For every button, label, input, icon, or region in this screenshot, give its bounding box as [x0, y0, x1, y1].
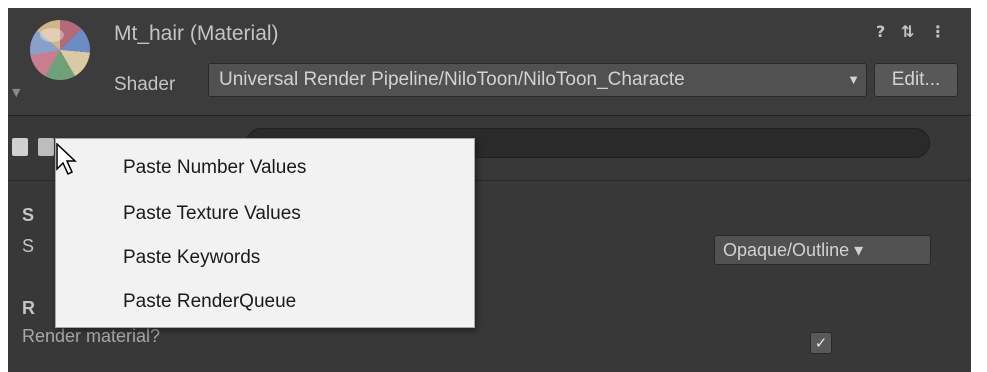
shader-label: Shader: [114, 74, 176, 95]
mouse-cursor-icon: [56, 143, 77, 176]
menu-item-paste-renderqueue[interactable]: Paste RenderQueue: [123, 291, 296, 313]
render-material-checkbox[interactable]: ✓: [810, 332, 832, 354]
material-preview-thumbnail[interactable]: [30, 20, 90, 80]
chevron-down-icon: ▼: [847, 72, 860, 87]
material-header: ▼ Mt_hair (Material) ? ⇅ ⋮ Shader Univer…: [8, 8, 971, 116]
preset-settings-icon[interactable]: ⇅: [901, 22, 914, 41]
foldout-arrow-icon[interactable]: ▼: [12, 86, 20, 99]
menu-item-paste-number-values[interactable]: Paste Number Values: [123, 157, 306, 179]
header-icons: ? ⇅ ⋮: [876, 22, 956, 41]
render-section-header[interactable]: R: [22, 298, 35, 319]
section-header[interactable]: S: [22, 205, 34, 226]
scrollbar[interactable]: [971, 8, 987, 372]
context-menu-icon[interactable]: ⋮: [930, 22, 946, 41]
copy-icon[interactable]: [12, 138, 28, 156]
menu-item-paste-texture-values[interactable]: Paste Texture Values: [123, 203, 301, 225]
edit-shader-button[interactable]: Edit...: [874, 63, 958, 97]
shader-dropdown-value: Universal Render Pipeline/NiloToon/NiloT…: [219, 69, 685, 90]
help-icon[interactable]: ?: [876, 22, 885, 41]
material-title: Mt_hair (Material): [114, 22, 279, 45]
shader-dropdown[interactable]: Universal Render Pipeline/NiloToon/NiloT…: [208, 63, 867, 97]
paste-icon[interactable]: [38, 138, 54, 156]
paste-context-menu: Paste Number Values Paste Texture Values…: [55, 138, 475, 328]
surface-type-label: S: [22, 236, 35, 256]
render-material-label: Render material?: [22, 326, 161, 346]
surface-type-dropdown[interactable]: Opaque/Outline ▾: [714, 235, 931, 265]
menu-item-paste-keywords[interactable]: Paste Keywords: [123, 247, 260, 269]
